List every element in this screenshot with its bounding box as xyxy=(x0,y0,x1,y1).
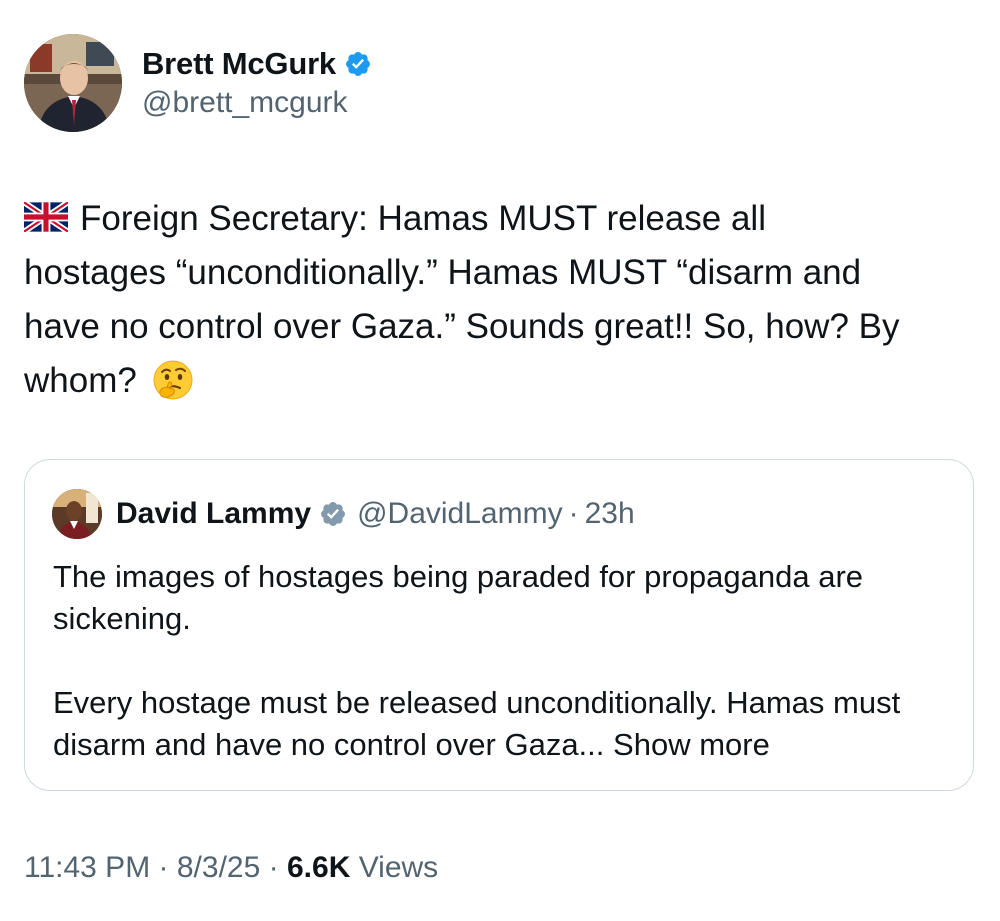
show-more-link[interactable]: Show more xyxy=(613,727,770,762)
quoted-timestamp[interactable]: 23h xyxy=(585,497,635,531)
tweet-text-line-4: whom? xyxy=(24,361,137,400)
footer-separator-2: · xyxy=(268,851,279,884)
uk-flag-icon xyxy=(22,194,70,235)
quoted-author-avatar[interactable] xyxy=(52,489,102,539)
tweet-header: Brett McGurk @brett_mcgurk xyxy=(24,34,372,132)
thinking-face-icon xyxy=(151,358,195,402)
post-time[interactable]: 11:43 PM xyxy=(24,851,150,884)
government-verified-badge-icon[interactable] xyxy=(319,500,347,528)
author-avatar-image xyxy=(24,34,122,132)
tweet-text-line-3: have no control over Gaza.” Sounds great… xyxy=(24,307,900,346)
author-name-row: Brett McGurk xyxy=(142,46,372,82)
quoted-separator: · xyxy=(568,497,579,530)
views-count[interactable]: 6.6K xyxy=(287,851,350,884)
verified-badge-icon[interactable] xyxy=(344,50,372,78)
quoted-tweet-header: David Lammy @DavidLammy · 23h xyxy=(52,489,635,539)
quoted-paragraph-1: The images of hostages being paraded for… xyxy=(53,559,864,636)
quoted-tweet-card[interactable]: David Lammy @DavidLammy · 23h The images… xyxy=(24,459,974,791)
quoted-paragraph-2: Every hostage must be released unconditi… xyxy=(53,682,953,766)
tweet-text-line-2: hostages “unconditionally.” Hamas MUST “… xyxy=(24,253,862,292)
quoted-author-display-name[interactable]: David Lammy xyxy=(116,497,311,531)
quoted-author-avatar-image xyxy=(52,489,102,539)
quoted-tweet-body: The images of hostages being paraded for… xyxy=(53,556,953,766)
quoted-paragraph-2-text: Every hostage must be released unconditi… xyxy=(53,685,901,762)
tweet-text: Foreign Secretary: Hamas MUST release al… xyxy=(22,192,984,408)
author-display-name[interactable]: Brett McGurk xyxy=(142,46,336,82)
author-name-block: Brett McGurk @brett_mcgurk xyxy=(142,46,372,120)
footer-separator-1: · xyxy=(158,851,169,884)
post-date[interactable]: 8/3/25 xyxy=(177,851,260,884)
tweet-footer: 11:43 PM · 8/3/25 · 6.6K Views xyxy=(24,851,438,885)
author-avatar[interactable] xyxy=(24,34,122,132)
author-handle[interactable]: @brett_mcgurk xyxy=(142,86,372,120)
views-label: Views xyxy=(358,851,439,884)
quoted-author-handle[interactable]: @DavidLammy xyxy=(357,497,563,531)
tweet-text-line-1: Foreign Secretary: Hamas MUST release al… xyxy=(80,199,766,238)
